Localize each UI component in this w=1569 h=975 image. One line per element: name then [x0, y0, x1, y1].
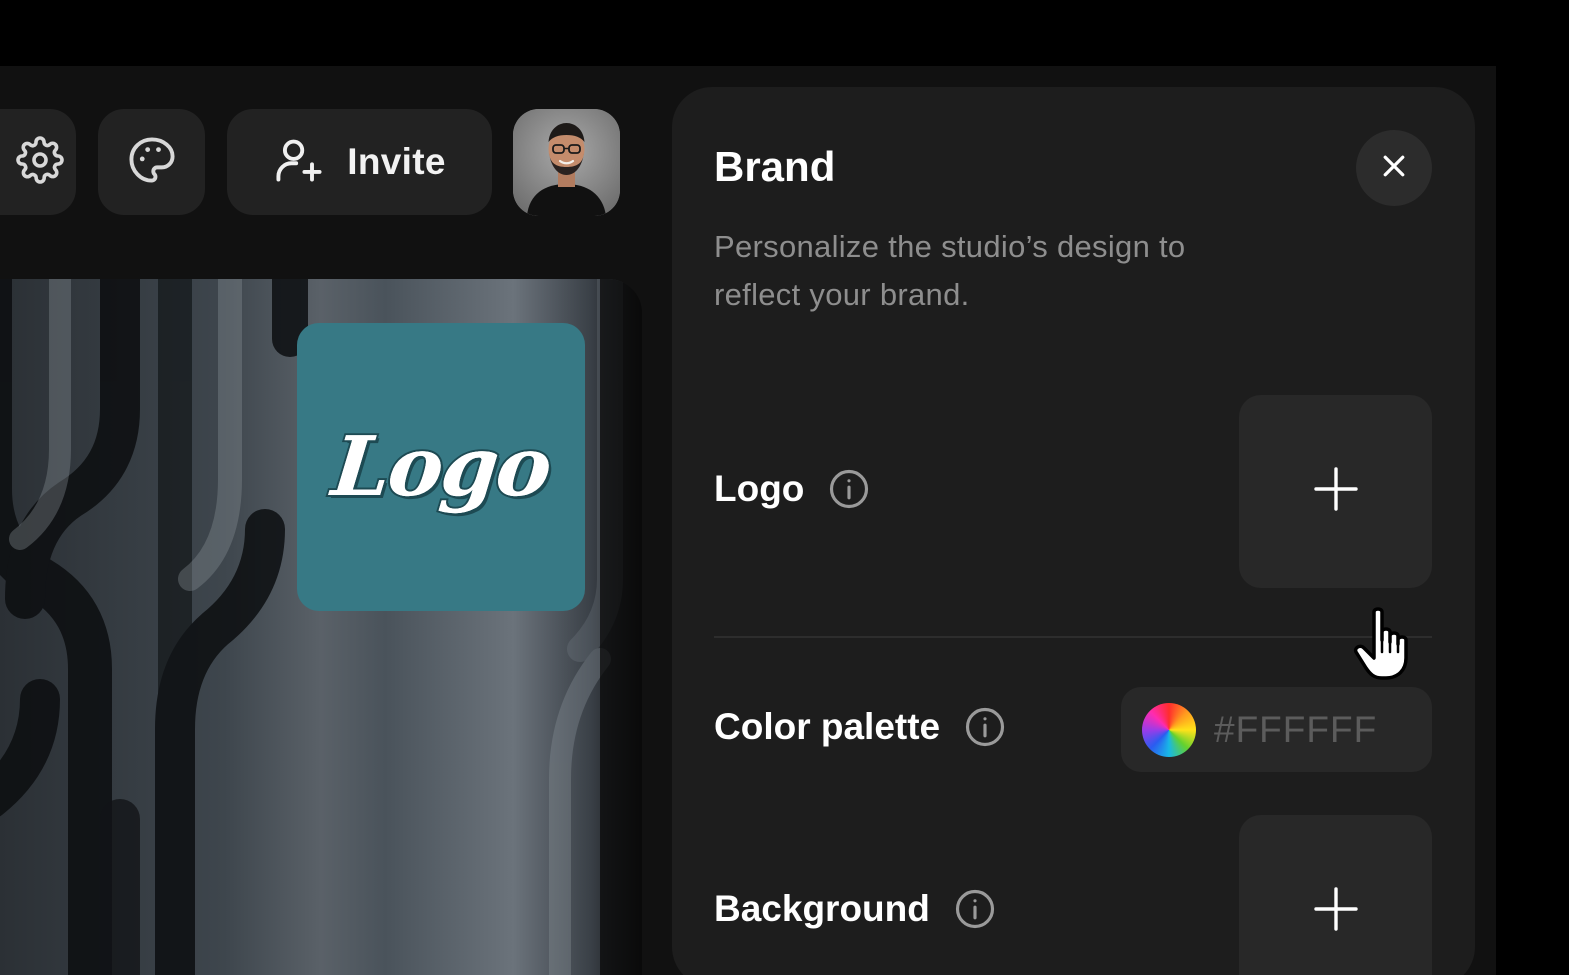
- background-label: Background: [714, 888, 930, 929]
- color-input[interactable]: #FFFFFF: [1121, 687, 1432, 772]
- user-plus-icon: [273, 134, 325, 191]
- invite-button[interactable]: Invite: [227, 109, 492, 215]
- color-palette-row-label: Color palette: [714, 706, 1006, 748]
- logo-wordmark: Logo: [326, 417, 556, 517]
- plus-icon: [1312, 885, 1360, 938]
- logo-preview: Logo: [297, 323, 585, 611]
- gear-icon: [16, 135, 64, 189]
- background-row-label: Background: [714, 888, 996, 930]
- hand-cursor-icon: [1353, 607, 1408, 680]
- plus-icon: [1312, 465, 1360, 518]
- panel-description: Personalize the studio’s design to refle…: [714, 229, 1186, 312]
- panel-title: Brand: [714, 143, 836, 190]
- color-wheel-icon[interactable]: [1142, 702, 1196, 757]
- studio-preview: Logo: [0, 279, 642, 975]
- invite-label: Invite: [347, 141, 446, 182]
- info-icon[interactable]: [964, 706, 1006, 748]
- close-icon: [1379, 151, 1409, 186]
- color-palette-label: Color palette: [714, 706, 941, 747]
- info-icon[interactable]: [954, 888, 996, 930]
- add-background-button[interactable]: [1239, 815, 1432, 975]
- avatar[interactable]: [513, 109, 620, 216]
- logo-row-label: Logo: [714, 468, 870, 510]
- info-icon[interactable]: [828, 468, 870, 510]
- settings-button[interactable]: [0, 109, 76, 215]
- brand-panel: Brand Personalize the studio’s design to…: [672, 87, 1475, 975]
- studio-window: Invite Logo Brand Personalize the studio…: [0, 66, 1496, 975]
- logo-label: Logo: [714, 468, 805, 509]
- color-hex-value: #FFFFFF: [1214, 708, 1378, 750]
- add-logo-button[interactable]: [1239, 395, 1432, 588]
- brand-palette-button[interactable]: [98, 109, 205, 215]
- close-button[interactable]: [1356, 130, 1432, 206]
- section-divider: [714, 636, 1432, 638]
- palette-icon: [126, 134, 178, 191]
